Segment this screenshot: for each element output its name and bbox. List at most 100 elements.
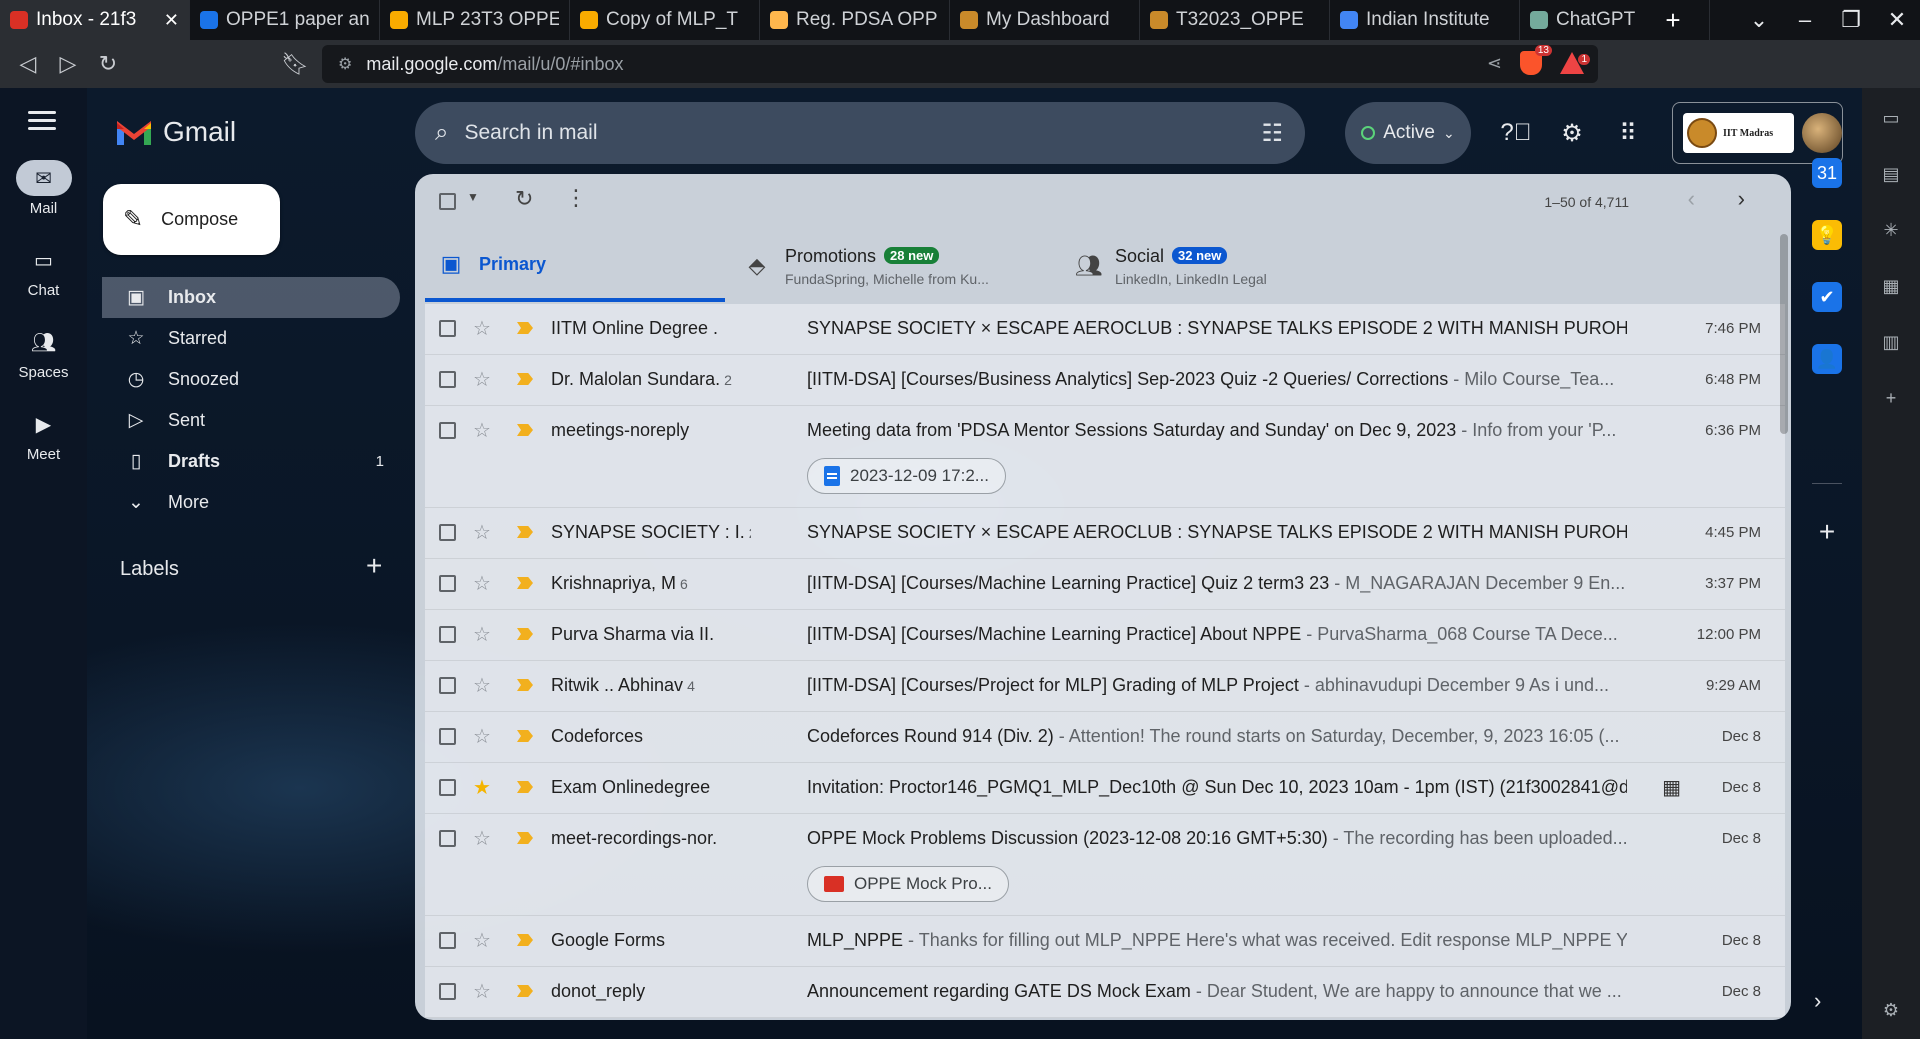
attachment-chip[interactable]: 2023-12-09 17:2... xyxy=(807,458,1006,494)
important-marker-icon[interactable] xyxy=(517,424,533,436)
forward-icon[interactable]: ▷ xyxy=(48,44,88,84)
status-chip[interactable]: Active ⌄ xyxy=(1345,102,1471,164)
sidebar-item-starred[interactable]: ☆ Starred xyxy=(102,318,400,359)
sidebar-item-sent[interactable]: ▷ Sent xyxy=(102,400,400,441)
select-menu-icon[interactable]: ▼ xyxy=(467,190,479,204)
wallet-side-icon[interactable]: ▤ xyxy=(1880,164,1902,186)
row-checkbox[interactable] xyxy=(439,524,456,541)
row-checkbox[interactable] xyxy=(439,626,456,643)
browser-tab[interactable]: My Dashboard xyxy=(950,0,1140,40)
compose-button[interactable]: ✎ Compose xyxy=(103,184,280,255)
rail-item-spaces[interactable]: 👥︎ Spaces xyxy=(0,324,87,382)
email-row[interactable]: ☆ IITM Online Degree . SYNAPSE SOCIETY × E… xyxy=(425,304,1785,355)
next-page-icon[interactable]: › xyxy=(1738,186,1745,212)
hide-side-panel-icon[interactable]: › xyxy=(1814,988,1821,1014)
search-bar[interactable]: ⌕ Search in mail ☷ xyxy=(415,102,1305,164)
list-scrollbar[interactable] xyxy=(1777,234,1791,1014)
row-checkbox[interactable] xyxy=(439,677,456,694)
star-icon[interactable]: ☆ xyxy=(473,622,491,647)
get-addons-icon[interactable]: + xyxy=(1812,516,1842,547)
search-input[interactable]: Search in mail xyxy=(464,121,597,145)
star-icon[interactable]: ☆ xyxy=(473,928,491,953)
prev-page-icon[interactable]: ‹ xyxy=(1688,186,1695,212)
url-field[interactable]: ⚙ mail.google.com/mail/u/0/#inbox ⋖ 13 1 xyxy=(322,45,1598,83)
browser-tab[interactable]: T32023_OPPE xyxy=(1140,0,1330,40)
row-checkbox[interactable] xyxy=(439,371,456,388)
email-row[interactable]: ☆ donot_reply Announcement regarding GATE … xyxy=(425,967,1785,1018)
bookmarks-side-icon[interactable]: ▦ xyxy=(1880,276,1902,298)
reload-icon[interactable]: ↻ xyxy=(88,44,128,84)
bookmark-icon[interactable]: 🔖︎ xyxy=(275,44,315,84)
new-tab-button[interactable]: + xyxy=(1655,0,1691,40)
row-checkbox[interactable] xyxy=(439,575,456,592)
star-icon[interactable]: ☆ xyxy=(473,316,491,341)
refresh-icon[interactable]: ↻ xyxy=(515,186,533,212)
rail-item-chat[interactable]: ▭ Chat xyxy=(0,242,87,300)
calendar-event-icon[interactable]: ▦ xyxy=(1662,775,1681,800)
rail-item-meet[interactable]: ▶ Meet xyxy=(0,406,87,464)
sidebar-item-inbox[interactable]: ▣ Inbox xyxy=(102,277,400,318)
browser-tab[interactable]: MLP 23T3 OPPE xyxy=(380,0,570,40)
email-row[interactable]: ☆ Dr. Malolan Sundara. 2 [IITM-DSA] [Course… xyxy=(425,355,1785,406)
email-row[interactable]: ☆ meetings-noreply Meeting data from 'PDSA… xyxy=(425,406,1785,508)
sidebar-item-more[interactable]: ⌄ More xyxy=(102,482,400,523)
email-row[interactable]: ☆ SYNAPSE SOCIETY : I.2 SYNAPSE SOCIETY × … xyxy=(425,508,1785,559)
apps-grid-icon[interactable]: ⠿ xyxy=(1613,118,1643,148)
search-icon[interactable]: ⌕ xyxy=(435,119,448,147)
gmail-logo[interactable]: Gmail xyxy=(115,116,236,148)
row-checkbox[interactable] xyxy=(439,779,456,796)
email-row[interactable]: ☆ Ritwik .. Abhinav 4 [IITM-DSA] [Courses/P… xyxy=(425,661,1785,712)
search-options-icon[interactable]: ☷ xyxy=(1261,119,1283,148)
important-marker-icon[interactable] xyxy=(517,373,533,385)
tasks-icon[interactable]: ✔ xyxy=(1812,282,1842,312)
important-marker-icon[interactable] xyxy=(517,781,533,793)
back-icon[interactable]: ◁ xyxy=(8,44,48,84)
star-icon[interactable]: ☆ xyxy=(473,673,491,698)
browser-tab[interactable]: Copy of MLP_T xyxy=(570,0,760,40)
star-icon[interactable]: ☆ xyxy=(473,571,491,596)
main-menu-icon[interactable] xyxy=(24,106,60,136)
star-icon[interactable]: ☆ xyxy=(473,826,491,851)
tab-promotions[interactable]: ⬘ Promotions 28 new FundaSpring, Michelle… xyxy=(745,230,1045,302)
site-info-icon[interactable]: ⚙ xyxy=(338,54,352,74)
row-checkbox[interactable] xyxy=(439,728,456,745)
row-checkbox[interactable] xyxy=(439,320,456,337)
minimize-icon[interactable]: – xyxy=(1782,7,1828,33)
row-checkbox[interactable] xyxy=(439,983,456,1000)
star-icon[interactable]: ☆ xyxy=(473,367,491,392)
sidebar-item-drafts[interactable]: ▯ Drafts 1 xyxy=(102,441,400,482)
important-marker-icon[interactable] xyxy=(517,832,533,844)
star-icon[interactable]: ☆ xyxy=(473,418,491,443)
rail-item-mail[interactable]: ✉ Mail xyxy=(0,160,87,217)
email-row[interactable]: ☆ Codeforces Codeforces Round 914 (Div. 2)… xyxy=(425,712,1785,763)
maximize-icon[interactable]: ❐ xyxy=(1828,7,1874,33)
star-icon[interactable]: ★ xyxy=(473,775,491,800)
scroll-thumb[interactable] xyxy=(1780,234,1788,434)
star-icon[interactable]: ☆ xyxy=(473,520,491,545)
tab-primary[interactable]: ▣ Primary xyxy=(425,230,725,302)
attachment-chip[interactable]: OPPE Mock Pro... xyxy=(807,866,1009,902)
close-window-icon[interactable]: ✕ xyxy=(1874,7,1920,33)
important-marker-icon[interactable] xyxy=(517,322,533,334)
tab-list-icon[interactable]: ⌄ xyxy=(1736,7,1782,33)
add-side-icon[interactable]: + xyxy=(1880,388,1902,410)
browser-tab[interactable]: Inbox - 21f3 ✕ xyxy=(0,0,190,40)
keep-icon[interactable]: 💡 xyxy=(1812,220,1842,250)
important-marker-icon[interactable] xyxy=(517,679,533,691)
sidebar-item-snoozed[interactable]: ◷ Snoozed xyxy=(102,359,400,400)
important-marker-icon[interactable] xyxy=(517,526,533,538)
select-all-checkbox[interactable] xyxy=(439,193,456,210)
email-row[interactable]: ☆ Krishnapriya, M 6 [IITM-DSA] [Courses/Mac… xyxy=(425,559,1785,610)
browser-tab[interactable]: OPPE1 paper an xyxy=(190,0,380,40)
email-row[interactable]: ☆ Purva Sharma via II. [IITM-DSA] [Courses… xyxy=(425,610,1785,661)
video-icon[interactable]: ▭ xyxy=(1880,108,1902,130)
tab-social[interactable]: 👥︎ Social 32 new LinkedIn, LinkedIn Legal xyxy=(1075,230,1375,302)
close-tab-icon[interactable]: ✕ xyxy=(164,10,179,31)
more-vert-icon[interactable]: ⋮ xyxy=(565,185,587,211)
important-marker-icon[interactable] xyxy=(517,628,533,640)
settings-gear-icon[interactable]: ⚙ xyxy=(1557,118,1587,148)
star-icon[interactable]: ☆ xyxy=(473,724,491,749)
share-icon[interactable]: ⋖ xyxy=(1487,53,1502,74)
add-label-icon[interactable]: + xyxy=(366,550,382,582)
important-marker-icon[interactable] xyxy=(517,730,533,742)
